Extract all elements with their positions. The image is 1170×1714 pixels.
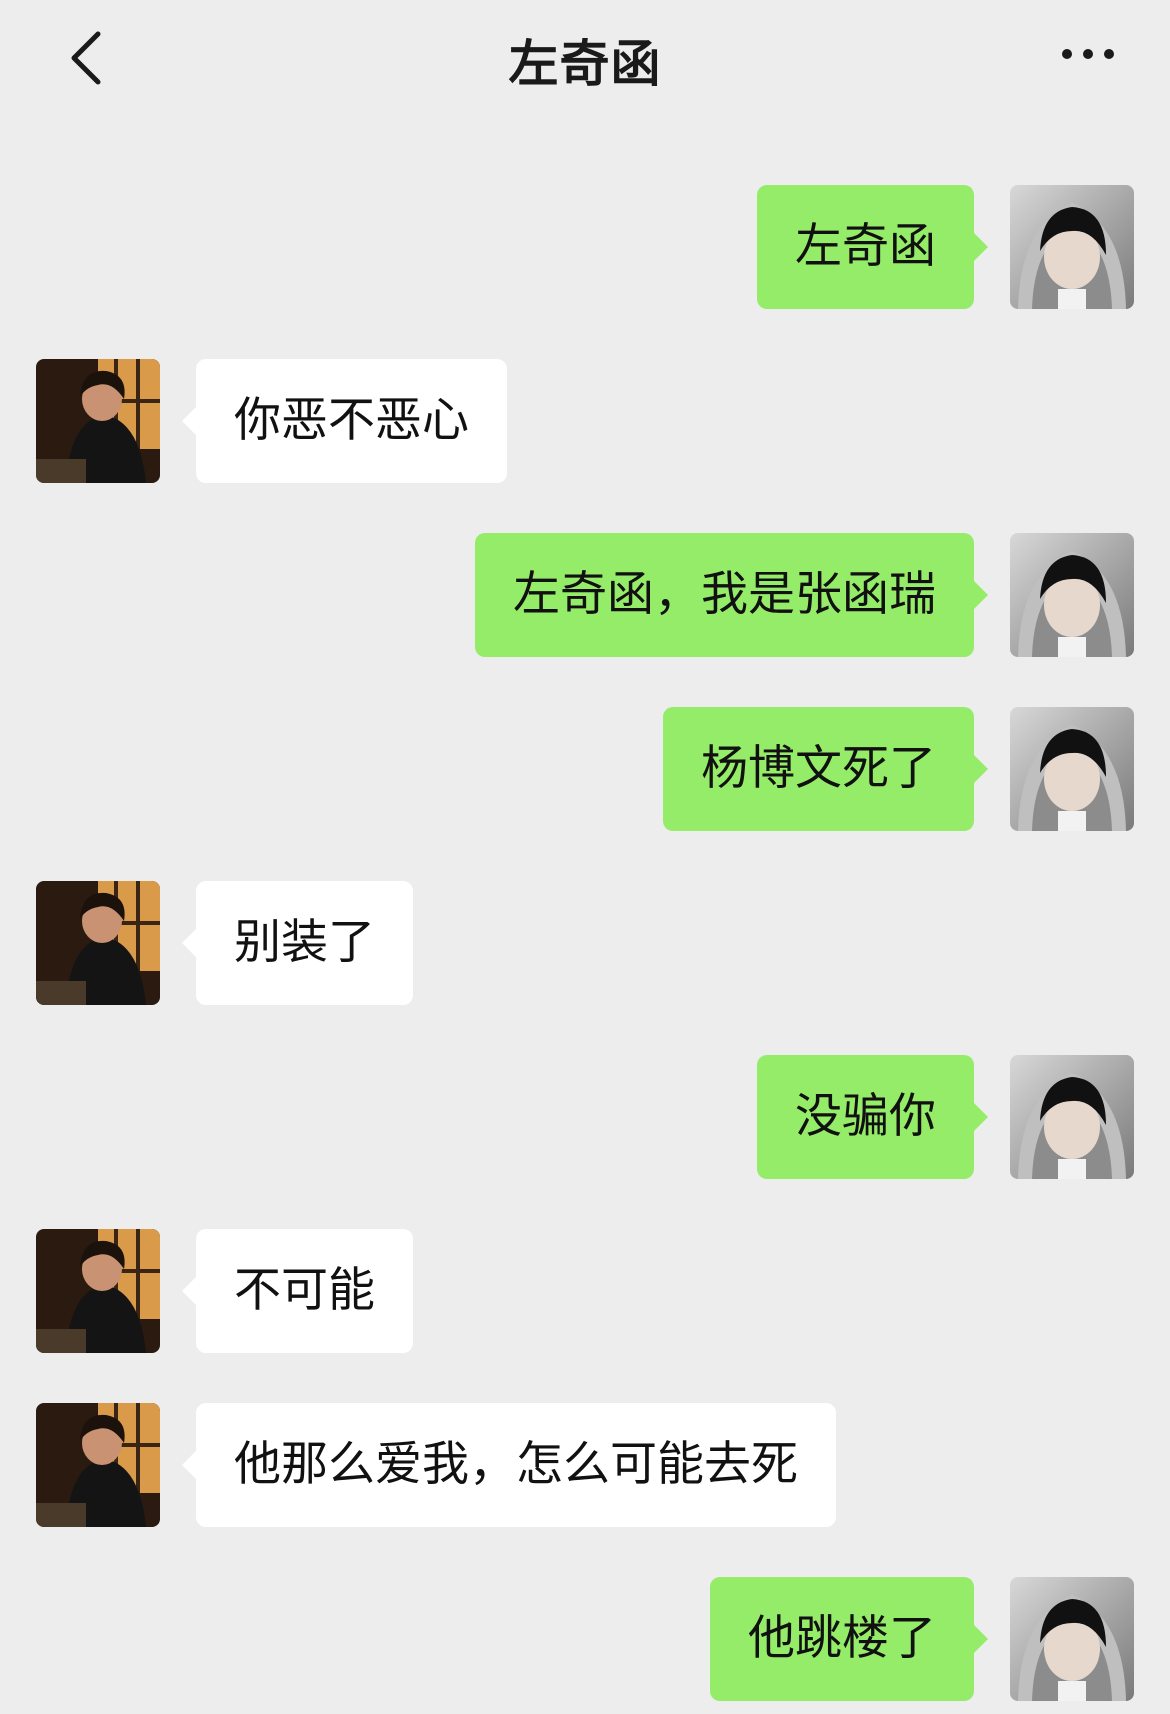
message-bubble[interactable]: 左奇函 bbox=[757, 185, 988, 309]
message-row: 别装了 bbox=[0, 881, 1170, 1005]
message-row: 左奇函，我是张函瑞 bbox=[0, 533, 1170, 657]
message-bubble[interactable]: 他那么爱我，怎么可能去死 bbox=[182, 1403, 836, 1527]
message-bubble[interactable]: 你恶不恶心 bbox=[182, 359, 507, 483]
message-row: 你恶不恶心 bbox=[0, 359, 1170, 483]
avatar[interactable] bbox=[1010, 707, 1134, 831]
message-row: 没骗你 bbox=[0, 1055, 1170, 1179]
message-bubble[interactable]: 左奇函，我是张函瑞 bbox=[475, 533, 988, 657]
avatar[interactable] bbox=[1010, 185, 1134, 309]
message-row: 他跳楼了 bbox=[0, 1577, 1170, 1701]
avatar[interactable] bbox=[36, 881, 160, 1005]
avatar[interactable] bbox=[36, 359, 160, 483]
chat-title: 左奇函 bbox=[508, 35, 662, 93]
avatar[interactable] bbox=[1010, 1055, 1134, 1179]
message-bubble[interactable]: 别装了 bbox=[182, 881, 413, 1005]
message-row: 杨博文死了 bbox=[0, 707, 1170, 831]
message-row: 不可能 bbox=[0, 1229, 1170, 1353]
message-bubble[interactable]: 没骗你 bbox=[757, 1055, 988, 1179]
avatar[interactable] bbox=[1010, 1577, 1134, 1701]
chat-header: 左奇函 bbox=[0, 0, 1170, 115]
message-bubble[interactable]: 杨博文死了 bbox=[663, 707, 988, 831]
more-dots-icon[interactable] bbox=[1058, 40, 1118, 68]
avatar[interactable] bbox=[36, 1403, 160, 1527]
message-row: 左奇函 bbox=[0, 185, 1170, 309]
avatar[interactable] bbox=[1010, 533, 1134, 657]
message-bubble[interactable]: 不可能 bbox=[182, 1229, 413, 1353]
message-row: 他那么爱我，怎么可能去死 bbox=[0, 1403, 1170, 1527]
avatar[interactable] bbox=[36, 1229, 160, 1353]
message-bubble[interactable]: 他跳楼了 bbox=[710, 1577, 988, 1701]
